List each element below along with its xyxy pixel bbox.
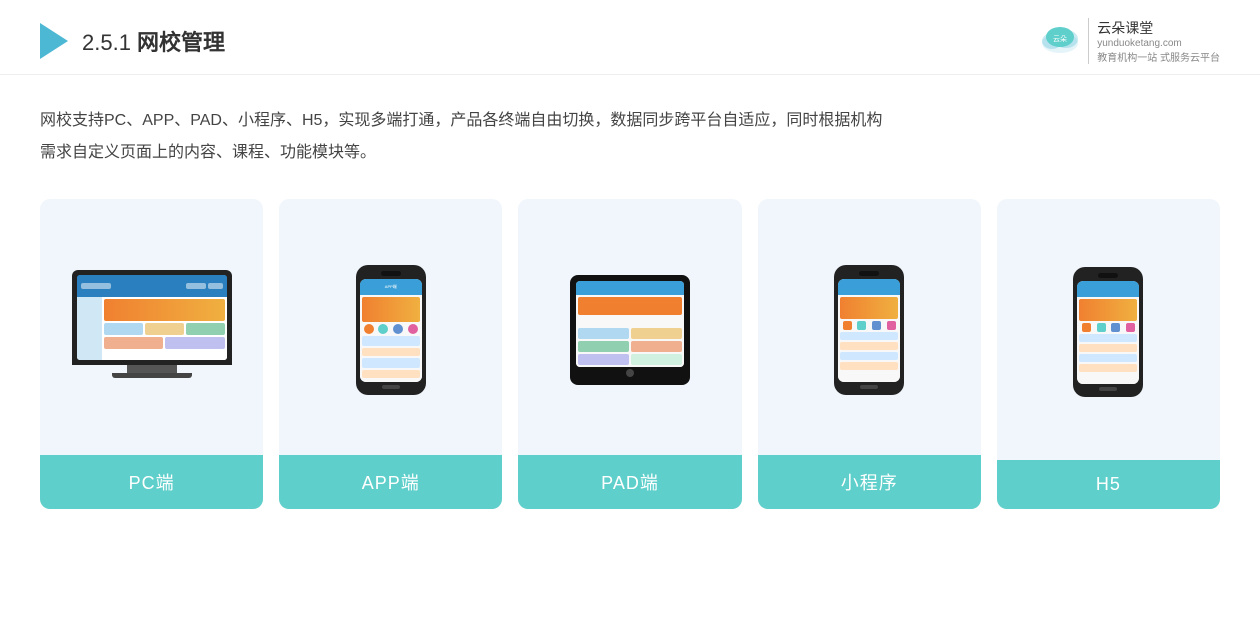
title-prefix: 2.5.1 (82, 30, 137, 55)
logo-triangle-icon (40, 23, 68, 59)
app-image-area: APP端 (279, 199, 502, 455)
page-title: 2.5.1 网校管理 (82, 25, 225, 57)
pc-image-area (40, 199, 263, 455)
pc-label: PC端 (40, 455, 263, 509)
cards-container: PC端 APP端 (0, 179, 1260, 630)
pad-tablet-mockup (570, 275, 690, 385)
app-label: APP端 (279, 455, 502, 509)
header-right: 云朵 云朵课堂 yunduoketang.com 教育机构一站 式服务云平台 (1038, 18, 1220, 64)
brand-url: yunduoketang.com (1097, 38, 1220, 49)
device-card-h5: H5 (997, 199, 1220, 509)
device-card-app: APP端 (279, 199, 502, 509)
page-container: 2.5.1 网校管理 云朵 云朵课堂 yunduoketang.com 教育机构… (0, 0, 1260, 630)
h5-image-area (997, 199, 1220, 460)
brand-text-block: 云朵课堂 yunduoketang.com 教育机构一站 式服务云平台 (1088, 18, 1220, 64)
app-phone-mockup: APP端 (356, 265, 426, 395)
brand-name: 云朵课堂 (1097, 18, 1220, 38)
header: 2.5.1 网校管理 云朵 云朵课堂 yunduoketang.com 教育机构… (0, 0, 1260, 75)
mini-image-area (758, 199, 981, 455)
brand-cloud-icon: 云朵 (1038, 23, 1082, 59)
brand-logo: 云朵 云朵课堂 yunduoketang.com 教育机构一站 式服务云平台 (1038, 18, 1220, 64)
pc-mockup (72, 270, 232, 390)
pad-image-area (518, 199, 741, 455)
title-main: 网校管理 (137, 30, 225, 55)
h5-label: H5 (997, 460, 1220, 509)
device-card-pc: PC端 (40, 199, 263, 509)
device-card-pad: PAD端 (518, 199, 741, 509)
pad-label: PAD端 (518, 455, 741, 509)
header-left: 2.5.1 网校管理 (40, 23, 225, 59)
description-paragraph: 网校支持PC、APP、PAD、小程序、H5，实现多端打通，产品各终端自由切换，数… (40, 105, 1220, 169)
description-text: 网校支持PC、APP、PAD、小程序、H5，实现多端打通，产品各终端自由切换，数… (0, 75, 1260, 179)
h5-phone-mockup (1073, 267, 1143, 397)
mini-phone-mockup (834, 265, 904, 395)
svg-text:云朵: 云朵 (1053, 35, 1067, 43)
device-card-miniprogram: 小程序 (758, 199, 981, 509)
brand-tagline: 教育机构一站 式服务云平台 (1097, 49, 1220, 64)
mini-label: 小程序 (758, 455, 981, 509)
